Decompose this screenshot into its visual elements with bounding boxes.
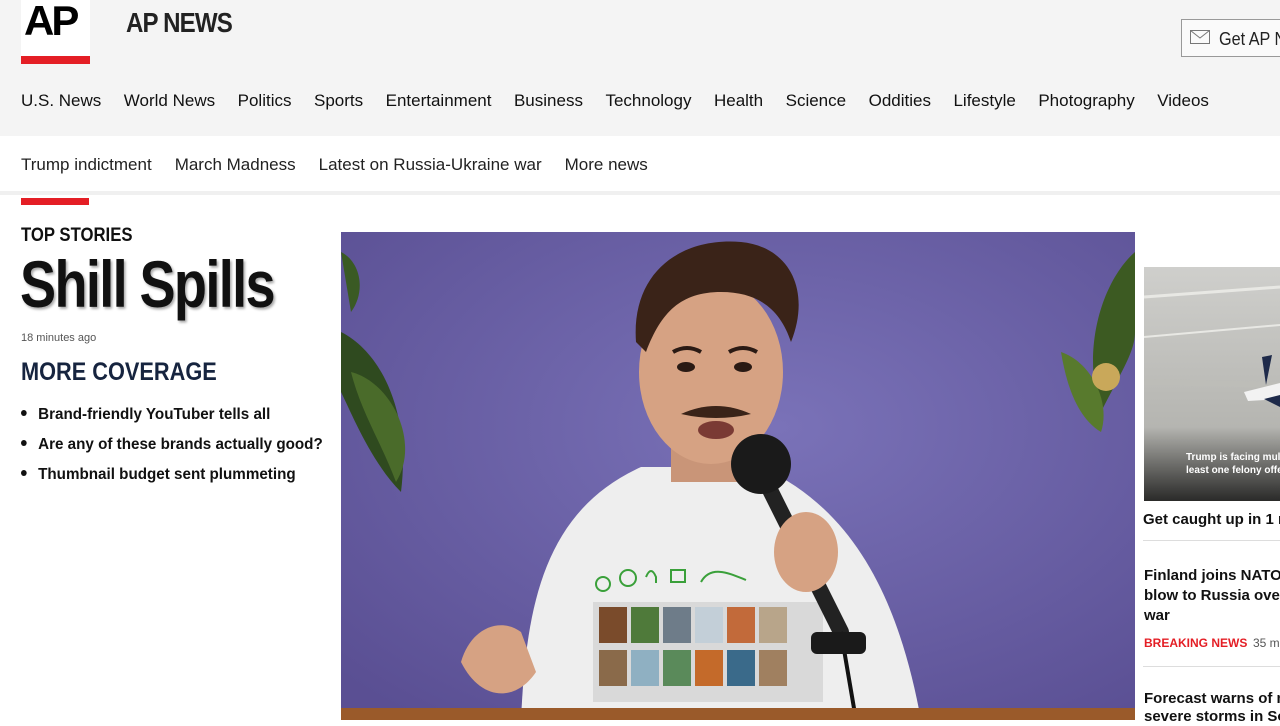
nav-more-news[interactable]: More news <box>565 154 648 176</box>
side-divider <box>1143 666 1280 667</box>
coverage-item[interactable]: Thumbnail budget sent plummeting <box>21 460 323 490</box>
caption-line: Trump is facing multi <box>1186 452 1280 463</box>
bullet-icon <box>21 439 27 446</box>
side-divider <box>1143 540 1280 541</box>
headline-line: severe storms in So <box>1144 708 1280 725</box>
top-story-timestamp: 18 minutes ago <box>21 332 97 344</box>
side-story-headline[interactable]: Get caught up in 1 m <box>1143 510 1280 530</box>
ap-logo[interactable]: AP <box>21 0 90 64</box>
breaking-news-badge: BREAKING NEWS <box>1144 636 1248 650</box>
coverage-item-text: Are any of these brands actually good? <box>38 436 323 453</box>
nav-photography[interactable]: Photography <box>1038 90 1134 114</box>
logo-text: AP <box>24 0 79 44</box>
get-ap-label: Get AP N <box>1219 29 1280 49</box>
nav-lifestyle[interactable]: Lifestyle <box>953 90 1015 114</box>
coverage-item[interactable]: Are any of these brands actually good? <box>21 430 323 460</box>
section-red-mark <box>21 198 89 205</box>
caption-line: least one felony offen <box>1186 465 1280 476</box>
logo-red-bar <box>21 56 90 64</box>
header-divider <box>0 191 1280 195</box>
bullet-icon <box>21 469 27 476</box>
headline-line: Forecast warns of m <box>1144 690 1280 707</box>
site-name[interactable]: AP NEWS <box>126 7 233 39</box>
nav-entertainment[interactable]: Entertainment <box>386 90 492 114</box>
top-story-photo[interactable] <box>341 232 1135 720</box>
headline-line: Finland joins NATO i <box>1144 567 1280 584</box>
secondary-nav: Trump indictment March Madness Latest on… <box>21 154 671 176</box>
nav-trump-indictment[interactable]: Trump indictment <box>21 154 152 176</box>
site-header: AP AP NEWS Get AP N U.S. News World News… <box>0 0 1280 136</box>
headline-line: blow to Russia over <box>1144 587 1280 604</box>
nav-health[interactable]: Health <box>714 90 763 114</box>
nav-oddities[interactable]: Oddities <box>869 90 931 114</box>
section-label: TOP STORIES <box>21 225 133 246</box>
nav-world-news[interactable]: World News <box>124 90 215 114</box>
nav-science[interactable]: Science <box>786 90 846 114</box>
nav-march-madness[interactable]: March Madness <box>175 154 296 176</box>
nav-business[interactable]: Business <box>514 90 583 114</box>
nav-us-news[interactable]: U.S. News <box>21 90 101 114</box>
more-coverage-heading: MORE COVERAGE <box>21 358 217 386</box>
coverage-list: Brand-friendly YouTuber tells all Are an… <box>21 400 339 490</box>
breaking-news-timestamp: 35 m <box>1253 636 1280 650</box>
headline-line: war <box>1144 607 1170 624</box>
side-story-headline[interactable]: Finland joins NATO i blow to Russia over… <box>1144 566 1280 626</box>
side-photo-caption: Trump is facing multi least one felony o… <box>1186 451 1280 477</box>
nav-russia-ukraine[interactable]: Latest on Russia-Ukraine war <box>319 154 542 176</box>
get-ap-newsletter-button[interactable]: Get AP N <box>1181 19 1280 57</box>
mail-icon <box>1190 30 1210 44</box>
nav-technology[interactable]: Technology <box>605 90 691 114</box>
nav-sports[interactable]: Sports <box>314 90 363 114</box>
presenter-photo-illustration <box>341 232 1135 720</box>
side-story-headline[interactable]: Forecast warns of m severe storms in So <box>1144 690 1280 726</box>
coverage-item-text: Brand-friendly YouTuber tells all <box>38 406 271 423</box>
coverage-item[interactable]: Brand-friendly YouTuber tells all <box>21 400 323 430</box>
bullet-icon <box>21 409 27 416</box>
top-story-headline[interactable]: Shill Spills <box>20 246 276 322</box>
coverage-item-text: Thumbnail budget sent plummeting <box>38 466 296 483</box>
nav-politics[interactable]: Politics <box>238 90 292 114</box>
primary-nav: U.S. News World News Politics Sports Ent… <box>21 90 1231 114</box>
nav-videos[interactable]: Videos <box>1157 90 1209 114</box>
